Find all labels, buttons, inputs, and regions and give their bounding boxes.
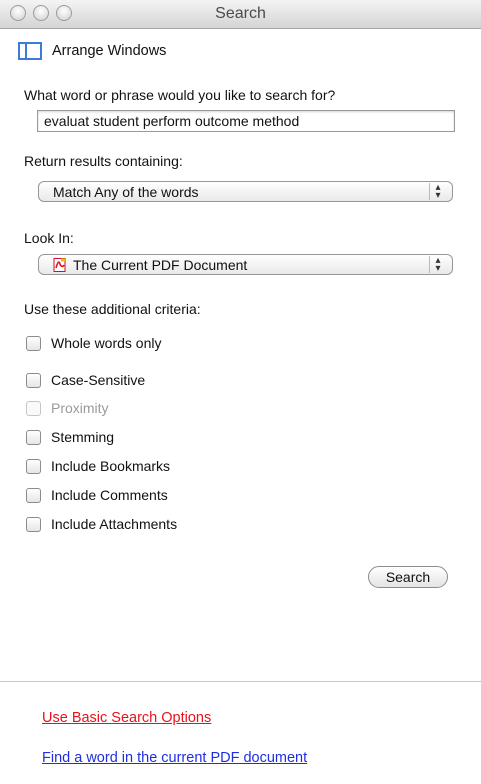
proximity-checkbox xyxy=(26,400,41,416)
search-prompt-label: What word or phrase would you like to se… xyxy=(24,87,336,103)
title-bar[interactable]: Search xyxy=(0,0,481,29)
case-sensitive-label: Case-Sensitive xyxy=(51,372,146,388)
return-results-label: Return results containing: xyxy=(24,153,183,169)
select-arrows-icon: ▴ ▾ xyxy=(429,182,446,200)
select-arrows-icon: ▴ ▾ xyxy=(429,255,446,273)
search-input[interactable] xyxy=(37,110,455,132)
include-attachments-checkbox[interactable] xyxy=(26,516,41,532)
stemming-checkbox-row[interactable]: Stemming xyxy=(26,427,114,447)
window-title: Search xyxy=(215,5,266,22)
return-results-value: Match Any of the words xyxy=(53,183,199,200)
divider xyxy=(0,681,481,682)
case-sensitive-checkbox[interactable] xyxy=(26,372,41,388)
whole-words-checkbox-row[interactable]: Whole words only xyxy=(26,333,162,353)
look-in-label: Look In: xyxy=(24,230,74,246)
search-button[interactable]: Search xyxy=(368,566,448,588)
return-results-select[interactable]: Match Any of the words ▴ ▾ xyxy=(38,181,453,202)
whole-words-checkbox[interactable] xyxy=(26,335,41,351)
include-attachments-label: Include Attachments xyxy=(51,516,178,532)
stemming-label: Stemming xyxy=(51,429,115,445)
look-in-select[interactable]: The Current PDF Document ▴ ▾ xyxy=(38,254,453,275)
include-comments-label: Include Comments xyxy=(51,487,168,503)
include-bookmarks-checkbox[interactable] xyxy=(26,458,41,474)
search-window: Search Arrange Windows What word or phra… xyxy=(0,0,481,784)
arrange-windows-button[interactable]: Arrange Windows xyxy=(18,40,166,62)
proximity-checkbox-row: Proximity xyxy=(26,398,109,418)
case-sensitive-checkbox-row[interactable]: Case-Sensitive xyxy=(26,370,145,390)
include-comments-checkbox[interactable] xyxy=(26,487,41,503)
whole-words-label: Whole words only xyxy=(51,335,162,351)
use-basic-search-options-link[interactable]: Use Basic Search Options xyxy=(42,710,211,726)
include-attachments-checkbox-row[interactable]: Include Attachments xyxy=(26,514,177,534)
include-bookmarks-checkbox-row[interactable]: Include Bookmarks xyxy=(26,456,170,476)
pdf-document-icon xyxy=(53,257,67,272)
proximity-label: Proximity xyxy=(51,400,109,416)
look-in-value: The Current PDF Document xyxy=(73,256,248,273)
include-comments-checkbox-row[interactable]: Include Comments xyxy=(26,485,168,505)
include-bookmarks-label: Include Bookmarks xyxy=(51,458,171,474)
stemming-checkbox[interactable] xyxy=(26,429,41,445)
arrange-windows-label: Arrange Windows xyxy=(52,43,167,59)
find-word-in-document-link[interactable]: Find a word in the current PDF document xyxy=(42,750,307,766)
criteria-label: Use these additional criteria: xyxy=(24,301,201,317)
arrange-windows-icon xyxy=(18,42,42,60)
